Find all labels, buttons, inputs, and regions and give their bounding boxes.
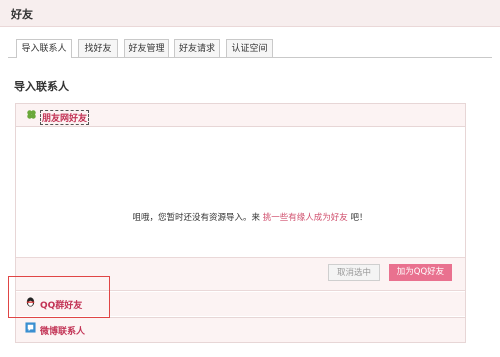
empty-message-suffix: 吧！ [350,213,368,223]
import-panel-body [16,127,465,257]
section-title: 导入联系人 [14,80,69,93]
source-label-weibo[interactable]: 微博联系人 [40,324,85,337]
weibo-icon [25,322,36,333]
highlight-box [8,276,110,318]
page-header: 好友 [0,0,500,27]
tab-verified-space[interactable]: 认证空间 [226,39,273,57]
deselect-button[interactable]: 取消选中 [328,264,380,281]
tab-friend-management[interactable]: 好友管理 [124,39,169,57]
tab-friend-requests[interactable]: 好友请求 [174,39,220,57]
page-title: 好友 [11,8,33,21]
empty-message-text: 咀哦，您暂时还没有资源导入。来 [132,213,261,223]
clover-icon [27,110,36,119]
add-qq-friend-button[interactable]: 加为QQ好友 [389,264,452,281]
pick-friends-link[interactable]: 挑一些有缘人成为好友 [263,213,348,223]
tab-find-friends[interactable]: 找好友 [78,39,118,57]
tab-import-contacts[interactable]: 导入联系人 [16,39,72,58]
source-label-pengyou[interactable]: 朋友网好友 [40,110,90,125]
empty-message: 咀哦，您暂时还没有资源导入。来 挑一些有缘人成为好友 吧！ [0,211,500,223]
